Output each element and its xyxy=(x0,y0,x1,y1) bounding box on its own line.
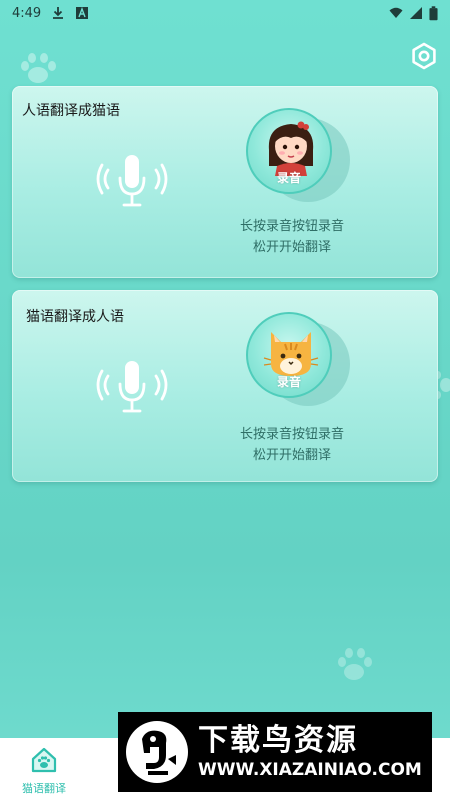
status-left: 4:49 xyxy=(12,6,89,21)
status-time: 4:49 xyxy=(12,5,42,21)
battery-icon xyxy=(429,5,438,20)
cat-to-human-card: 猫语翻译成人语 录音 长按录音按钮录音 松开开始翻译 xyxy=(12,290,438,482)
watermark-text: 下载鸟资源 WWW.XIAZAINIAO.COM xyxy=(198,723,422,781)
signal-icon xyxy=(410,7,422,19)
microphone-icon xyxy=(96,361,168,413)
cat-avatar-icon xyxy=(263,332,319,376)
watermark-title: 下载鸟资源 xyxy=(198,723,358,758)
card-title: 人语翻译成猫语 xyxy=(22,103,120,119)
record-button[interactable]: 录音 xyxy=(246,312,332,398)
home-icon xyxy=(31,747,57,773)
hint-text: 长按录音按钮录音 松开开始翻译 xyxy=(232,424,352,466)
microphone-icon xyxy=(96,155,168,207)
hint-text: 长按录音按钮录音 松开开始翻译 xyxy=(232,216,352,258)
hint-line-1: 长按录音按钮录音 xyxy=(239,219,344,234)
record-button[interactable]: 录音 xyxy=(246,108,332,194)
paw-print-icon xyxy=(21,53,56,83)
hint-line-2: 松开开始翻译 xyxy=(252,240,331,255)
status-right xyxy=(389,5,438,21)
girl-avatar-icon xyxy=(268,121,314,176)
watermark-banner: 下载鸟资源 WWW.XIAZAINIAO.COM xyxy=(118,712,432,792)
paw-print-icon xyxy=(338,648,372,680)
record-label: 录音 xyxy=(276,375,301,389)
nav-item-cat-translate[interactable]: 猫语翻译 xyxy=(14,742,74,796)
watermark-url: WWW.XIAZAINIAO.COM xyxy=(198,760,422,780)
human-to-cat-card: 人语翻译成猫语 录音 长按录音按钮录音 松开开始翻译 xyxy=(12,86,438,278)
download-icon xyxy=(53,7,64,19)
wifi-icon xyxy=(389,7,403,18)
hint-line-2: 松开开始翻译 xyxy=(252,448,331,463)
gear-icon xyxy=(412,42,436,70)
settings-button[interactable] xyxy=(410,42,438,70)
hint-line-1: 长按录音按钮录音 xyxy=(239,427,344,442)
nav-item-label: 猫语翻译 xyxy=(22,782,66,795)
status-bar: 4:49 xyxy=(0,0,450,26)
bird-logo-icon xyxy=(126,721,188,783)
font-icon xyxy=(76,7,89,19)
card-title: 猫语翻译成人语 xyxy=(26,309,124,325)
record-label: 录音 xyxy=(276,171,301,185)
